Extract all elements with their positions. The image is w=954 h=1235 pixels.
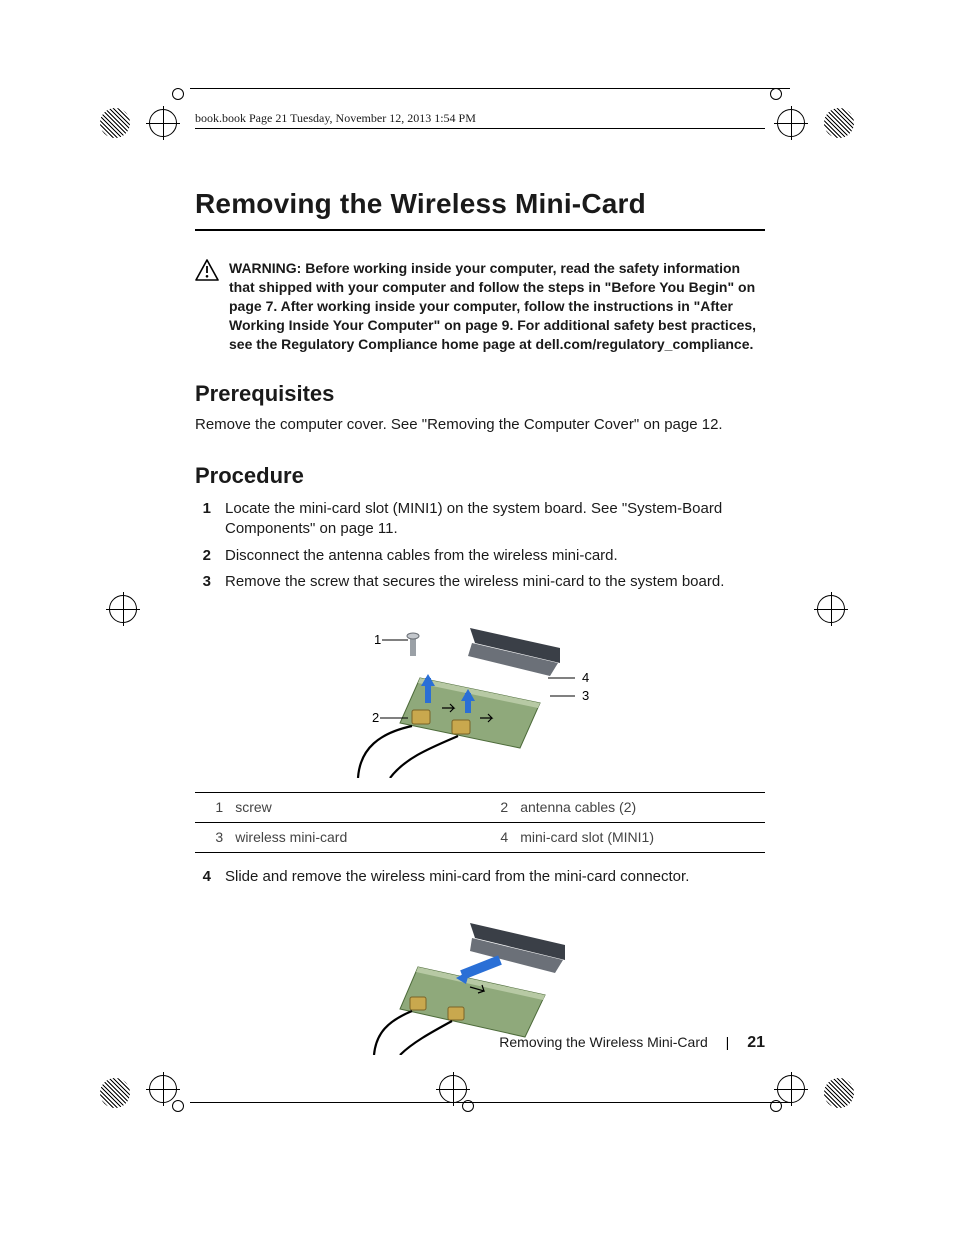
registration-mark [440, 1076, 466, 1102]
footer-title: Removing the Wireless Mini-Card [499, 1034, 708, 1050]
callout-1: 1 [374, 632, 381, 647]
callout-2: 2 [372, 710, 379, 725]
legend-label: screw [229, 793, 480, 823]
legend-label: antenna cables (2) [514, 793, 765, 823]
prerequisites-heading: Prerequisites [195, 379, 765, 409]
step-number: 3 [195, 572, 211, 592]
content-area: book.book Page 21 Tuesday, November 12, … [195, 110, 765, 1055]
registration-dot [462, 1100, 474, 1112]
callout-3: 3 [582, 688, 589, 703]
registration-dot [172, 88, 184, 100]
step-4: 4 Slide and remove the wireless mini-car… [195, 867, 765, 887]
crop-line-bottom [190, 1102, 790, 1103]
warning-icon [195, 259, 219, 281]
step-text: Locate the mini-card slot (MINI1) on the… [225, 499, 765, 540]
callout-legend: 1 screw 2 antenna cables (2) 3 wireless … [195, 792, 765, 853]
registration-mark [150, 1076, 176, 1102]
legend-num: 3 [195, 822, 229, 852]
legend-label: mini-card slot (MINI1) [514, 822, 765, 852]
hatch-mark [100, 1078, 130, 1108]
legend-row: 3 wireless mini-card 4 mini-card slot (M… [195, 822, 765, 852]
procedure-heading: Procedure [195, 461, 765, 491]
step-number: 2 [195, 546, 211, 566]
procedure-steps-cont: 4 Slide and remove the wireless mini-car… [195, 867, 765, 887]
legend-num: 1 [195, 793, 229, 823]
registration-dot [770, 88, 782, 100]
registration-mark [150, 110, 176, 136]
hatch-mark [824, 1078, 854, 1108]
registration-mark [778, 1076, 804, 1102]
step-number: 1 [195, 499, 211, 540]
page-number: 21 [747, 1034, 765, 1051]
warning-body: Before working inside your computer, rea… [229, 260, 756, 352]
step-2: 2 Disconnect the antenna cables from the… [195, 546, 765, 566]
registration-dot [172, 1100, 184, 1112]
step-text: Remove the screw that secures the wirele… [225, 572, 724, 592]
registration-mark [778, 110, 804, 136]
callout-4: 4 [582, 670, 589, 685]
prerequisites-text: Remove the computer cover. See "Removing… [195, 415, 765, 435]
figure-minicard-callouts: 1 2 4 3 [350, 608, 610, 778]
step-text: Disconnect the antenna cables from the w… [225, 546, 618, 566]
step-number: 4 [195, 867, 211, 887]
page: book.book Page 21 Tuesday, November 12, … [0, 0, 954, 1235]
page-footer: Removing the Wireless Mini-Card | 21 [195, 1032, 765, 1054]
legend-row: 1 screw 2 antenna cables (2) [195, 793, 765, 823]
page-title: Removing the Wireless Mini-Card [195, 185, 765, 231]
legend-label: wireless mini-card [229, 822, 480, 852]
step-3: 3 Remove the screw that secures the wire… [195, 572, 765, 592]
legend-num: 4 [480, 822, 514, 852]
warning-text: WARNING: Before working inside your comp… [229, 259, 765, 353]
registration-dot [770, 1100, 782, 1112]
step-1: 1 Locate the mini-card slot (MINI1) on t… [195, 499, 765, 540]
registration-mark [818, 596, 844, 622]
hatch-mark [100, 108, 130, 138]
hatch-mark [824, 108, 854, 138]
running-head: book.book Page 21 Tuesday, November 12, … [195, 110, 765, 129]
procedure-steps: 1 Locate the mini-card slot (MINI1) on t… [195, 499, 765, 592]
crop-line-top [190, 88, 790, 89]
footer-separator: | [726, 1033, 730, 1052]
registration-mark [110, 596, 136, 622]
warning-label: WARNING: [229, 260, 305, 276]
warning-block: WARNING: Before working inside your comp… [195, 259, 765, 353]
legend-num: 2 [480, 793, 514, 823]
step-text: Slide and remove the wireless mini-card … [225, 867, 689, 887]
